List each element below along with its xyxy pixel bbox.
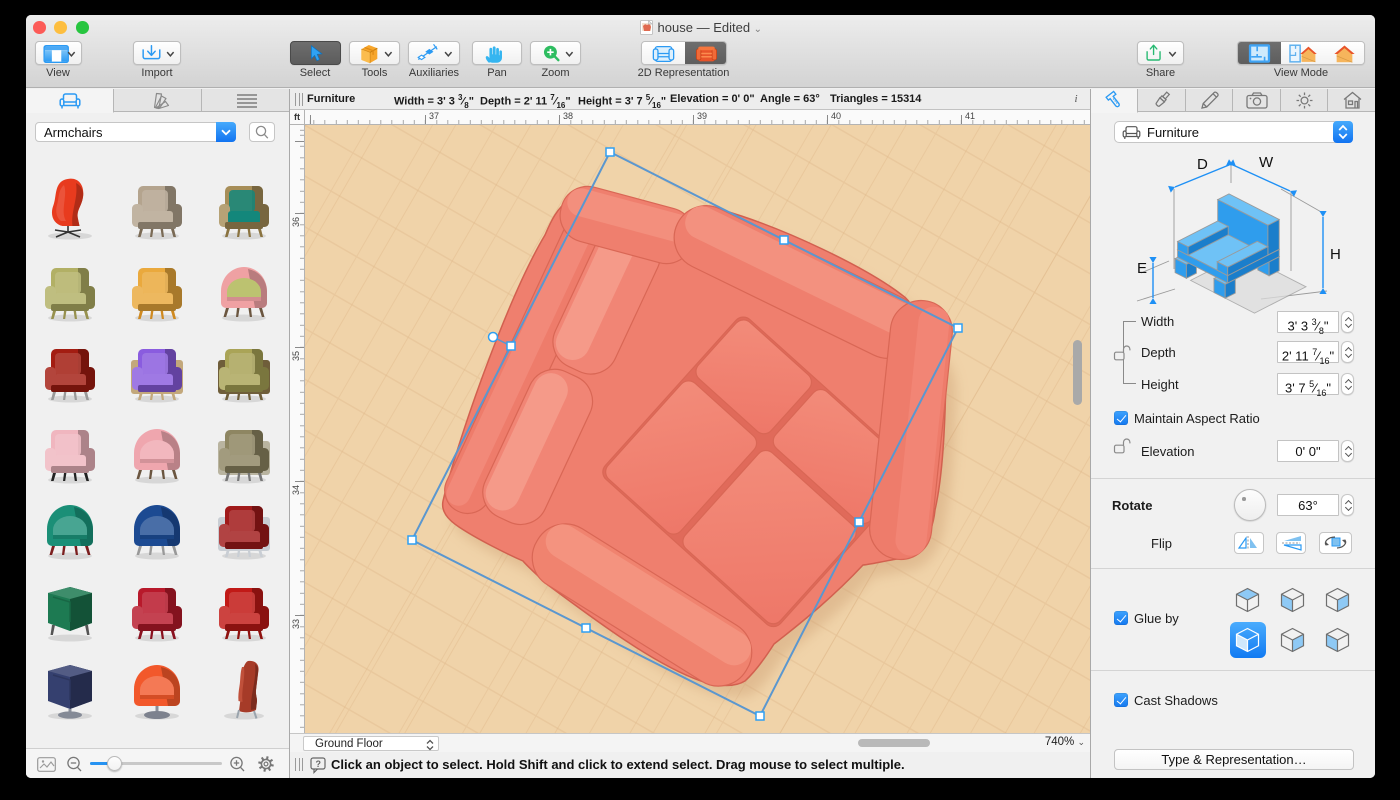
svg-text:D: D (1197, 156, 1208, 173)
svg-text:H: H (1330, 246, 1341, 263)
svg-text:?: ? (315, 759, 321, 769)
svg-text:E: E (1137, 260, 1147, 277)
svg-text:W: W (1259, 154, 1274, 171)
